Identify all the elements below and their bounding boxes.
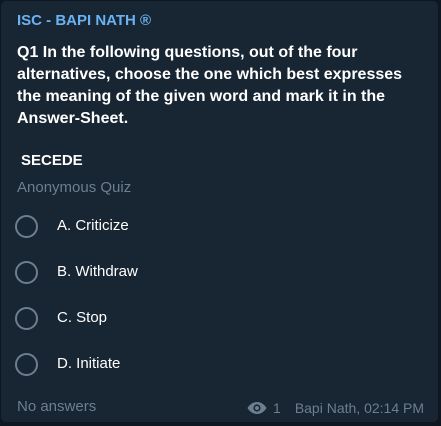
radio-circle-icon[interactable] [15,215,38,238]
author-timestamp: Bapi Nath, 02:14 PM [294,400,424,416]
poll-type-label: Anonymous Quiz [17,179,132,196]
poll-option-label: C. Stop [57,309,108,326]
poll-option-label: A. Criticize [57,217,129,234]
question-text: Q1 In the following questions, out of th… [17,44,403,127]
eye-icon [247,402,267,414]
poll-option-a[interactable]: A. Criticize [15,213,415,243]
radio-circle-icon[interactable] [15,353,38,376]
poll-option-c[interactable]: C. Stop [15,305,415,335]
answers-status: No answers [17,398,97,415]
message-bubble: ISC - BAPI NATH ® Q1 In the following qu… [0,0,439,423]
radio-circle-icon[interactable] [15,261,38,284]
poll-option-d[interactable]: D. Initiate [15,351,415,381]
channel-name[interactable]: ISC - BAPI NATH ® [17,12,151,29]
radio-circle-icon[interactable] [15,307,38,330]
poll-word: SECEDE [21,152,83,169]
poll-option-label: D. Initiate [57,355,121,372]
poll-option-b[interactable]: B. Withdraw [15,259,415,289]
view-count: 1 [273,400,281,416]
message-meta: 1 Bapi Nath, 02:14 PM [247,400,424,416]
poll-option-label: B. Withdraw [57,263,138,280]
